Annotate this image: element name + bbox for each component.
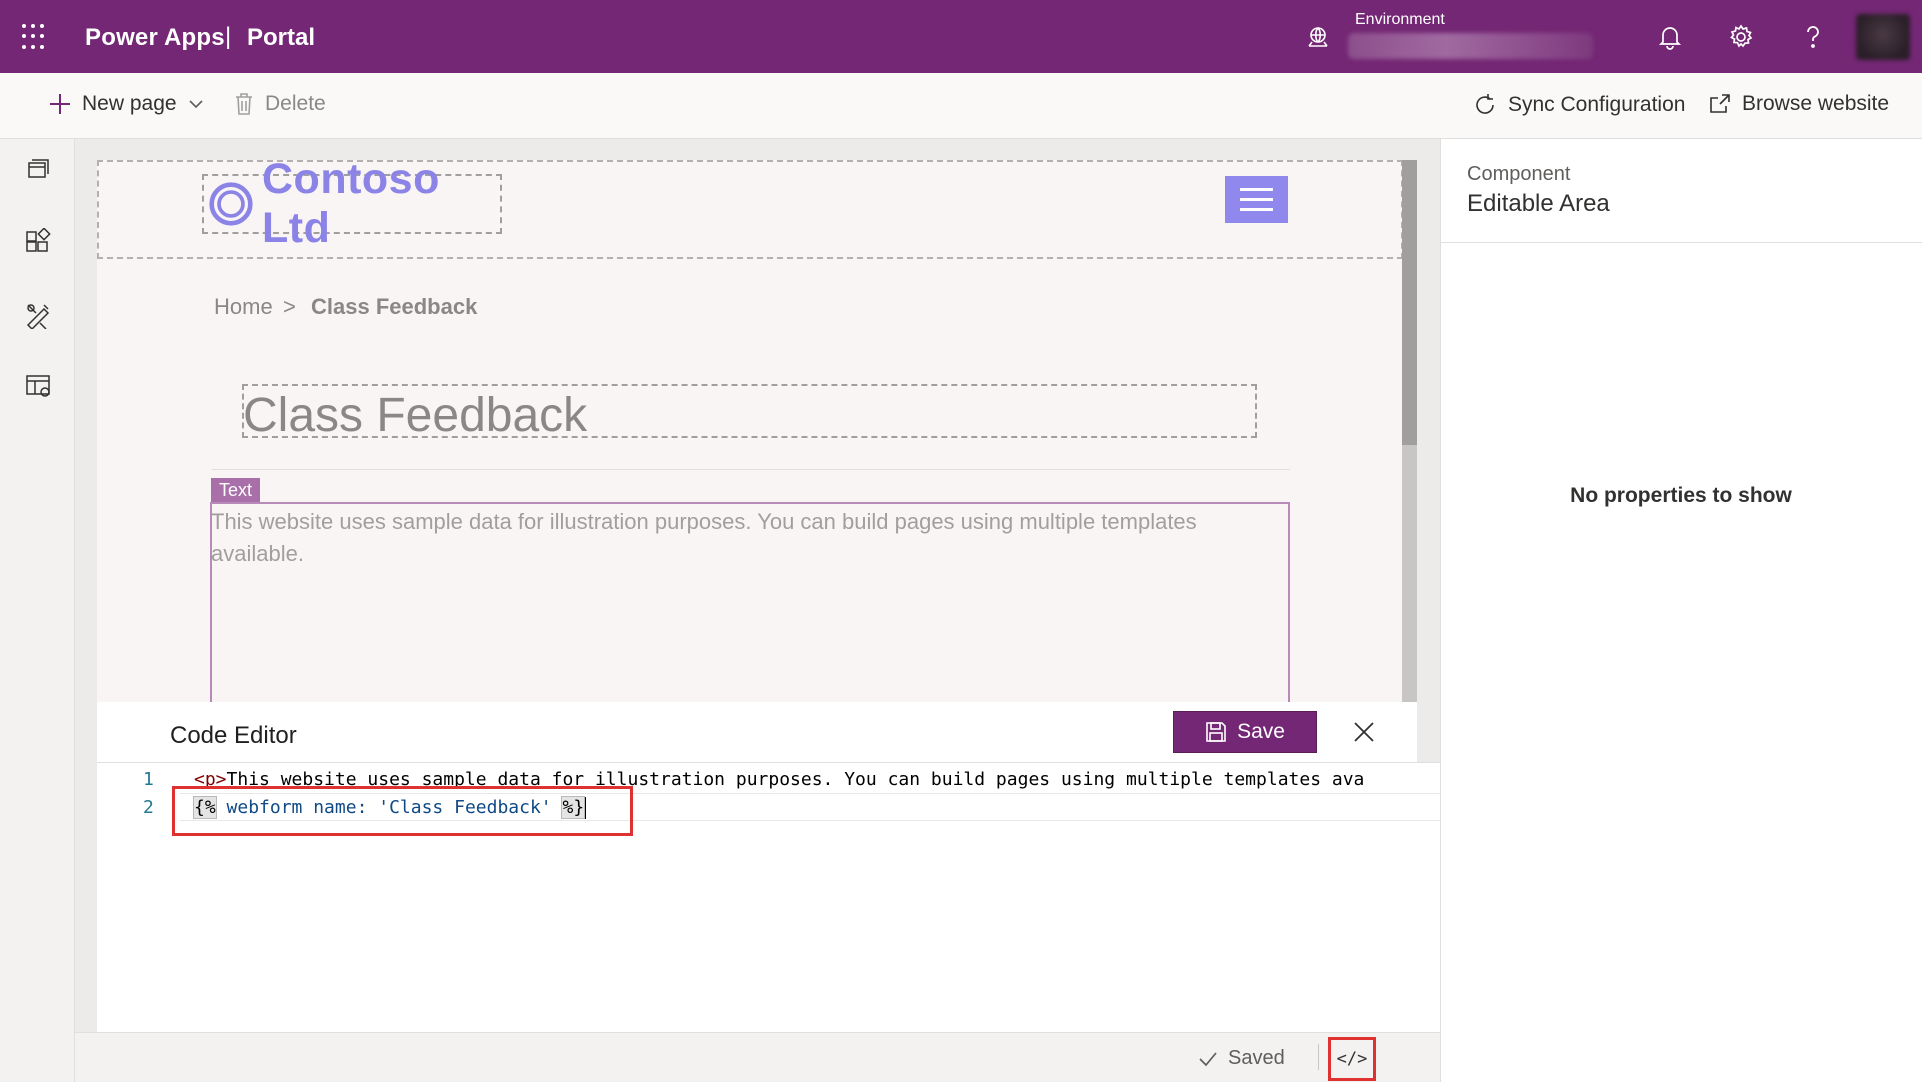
divider <box>212 469 1290 470</box>
save-label: Save <box>1237 720 1285 743</box>
page-title: Class Feedback <box>243 389 588 442</box>
app-name[interactable]: Power Apps <box>85 24 225 52</box>
hamburger-menu-icon[interactable] <box>1225 176 1288 223</box>
properties-empty-message: No properties to show <box>1570 484 1792 507</box>
trash-icon <box>236 93 252 115</box>
new-page-label: New page <box>82 92 177 115</box>
notification-bell-icon[interactable] <box>1655 22 1685 52</box>
delete-label: Delete <box>265 92 326 115</box>
new-page-button[interactable]: New page <box>48 92 205 116</box>
templates-icon[interactable] <box>24 372 52 400</box>
user-avatar[interactable] <box>1856 14 1910 60</box>
browse-website-button[interactable]: Browse website <box>1708 92 1889 116</box>
themes-icon[interactable] <box>24 301 52 329</box>
text-component-tag: Text <box>211 478 261 502</box>
logo-ring-icon <box>209 182 253 226</box>
save-status: Saved <box>1198 1047 1285 1070</box>
components-icon[interactable] <box>24 228 52 256</box>
line-number: 1 <box>143 769 154 790</box>
chevron-down-icon[interactable] <box>187 95 205 113</box>
properties-title: Editable Area <box>1467 190 1610 217</box>
environment-selector[interactable] <box>1348 33 1593 59</box>
plus-icon <box>50 94 70 114</box>
close-icon[interactable] <box>1350 718 1378 746</box>
properties-label: Component <box>1467 163 1571 185</box>
properties-divider <box>1440 242 1922 243</box>
highlight-box-webform <box>172 786 633 836</box>
line-number: 2 <box>143 797 154 818</box>
breadcrumb-home[interactable]: Home <box>214 294 273 320</box>
help-icon[interactable] <box>1798 22 1828 52</box>
breadcrumb-separator: > <box>283 294 296 319</box>
saved-label: Saved <box>1228 1047 1285 1069</box>
sync-icon <box>1476 94 1494 114</box>
logo-text: Contoso Ltd <box>262 155 440 252</box>
site-logo[interactable]: Contoso Ltd <box>202 155 502 252</box>
delete-button[interactable]: Delete <box>233 92 326 116</box>
header-separator: | <box>225 23 232 50</box>
environment-label: Environment <box>1355 11 1445 28</box>
save-disk-icon <box>1206 722 1226 742</box>
text-component-content[interactable]: This website uses sample data for illust… <box>211 506 1271 570</box>
checkmark-icon <box>1199 1051 1217 1066</box>
highlight-box-code-toggle <box>1328 1037 1376 1081</box>
sync-label: Sync Configuration <box>1508 93 1686 116</box>
canvas-scrollbar-thumb[interactable] <box>1402 160 1417 445</box>
app-area[interactable]: Portal <box>247 24 315 52</box>
sync-configuration-button[interactable]: Sync Configuration <box>1472 92 1685 118</box>
status-separator <box>1318 1044 1319 1070</box>
code-editor-title: Code Editor <box>170 722 297 749</box>
settings-gear-icon[interactable] <box>1726 22 1756 52</box>
left-rail <box>0 139 75 1082</box>
environment-icon[interactable] <box>1305 24 1331 50</box>
app-launcher-icon[interactable] <box>22 24 48 50</box>
breadcrumb-current: Class Feedback <box>311 294 478 319</box>
open-external-icon <box>1710 94 1730 113</box>
properties-panel <box>1440 139 1922 1082</box>
pages-icon[interactable] <box>24 155 52 183</box>
save-button[interactable]: Save <box>1173 711 1317 753</box>
browse-label: Browse website <box>1742 92 1890 115</box>
